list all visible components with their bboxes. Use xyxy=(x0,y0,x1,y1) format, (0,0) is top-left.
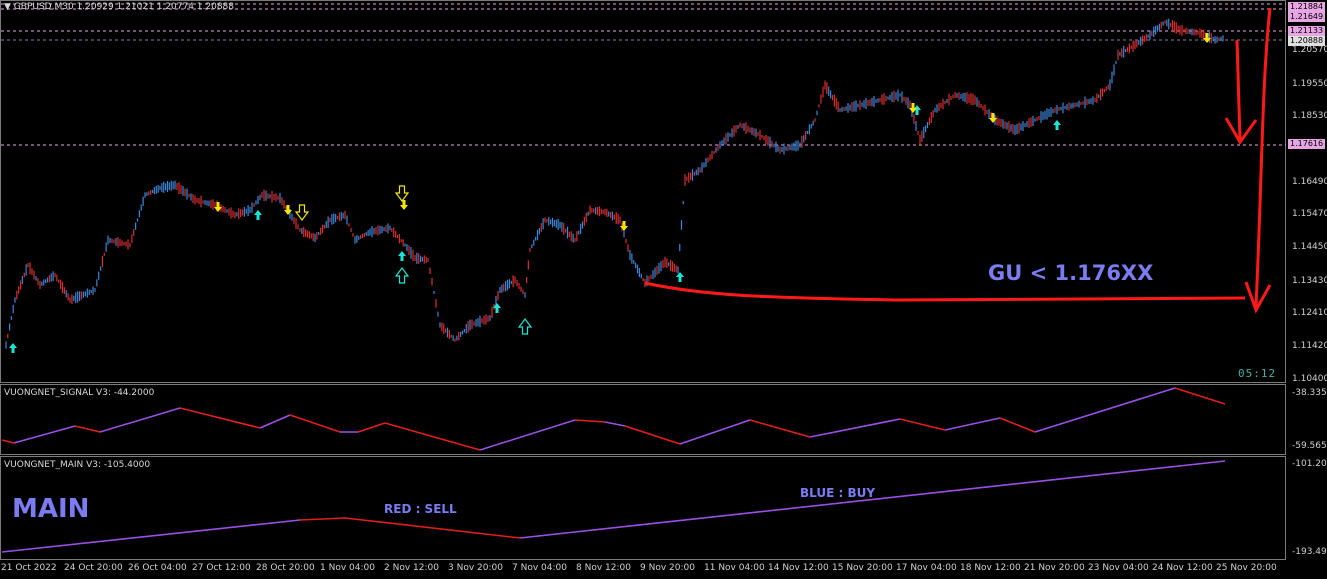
time-axis-label: 27 Oct 12:00 xyxy=(192,563,251,573)
chart-menu-icon[interactable]: ▼ xyxy=(4,2,11,12)
time-axis-label: 24 Nov 12:00 xyxy=(1152,563,1213,573)
signal-line-segment xyxy=(604,421,626,427)
signal-indicator-title: VUONGNET_SIGNAL V3: -44.2000 xyxy=(4,388,155,398)
time-axis-label: 23 Nov 04:00 xyxy=(1088,563,1149,573)
time-axis-label: 2 Nov 12:00 xyxy=(384,563,439,573)
chart-title: ▼ GBPUSD,M30 1.20929 1.21021 1.20774 1.2… xyxy=(4,2,234,12)
price-axis-label: 1.16490 xyxy=(1292,177,1327,187)
time-axis-label: 9 Nov 20:00 xyxy=(640,563,695,573)
candle-timer: 05:12 xyxy=(1238,367,1277,380)
hollow-buy-arrow-icon xyxy=(517,318,533,335)
support-line-drawing xyxy=(644,281,1246,302)
time-axis-label: 3 Nov 20:00 xyxy=(448,563,503,573)
time-axis-label: 21 Nov 20:00 xyxy=(1024,563,1085,573)
main-axis-label: -101.205 xyxy=(1292,459,1327,469)
sell-arrow-icon xyxy=(989,113,997,123)
signal-line-segment xyxy=(679,419,751,445)
hollow-sell-arrow-icon xyxy=(294,204,310,221)
price-axis-label: 1.19550 xyxy=(1292,79,1327,89)
signal-line-segment xyxy=(259,414,291,429)
signal-line-segment xyxy=(624,425,681,445)
sell-label: RED : SELL xyxy=(384,502,457,516)
time-axis-label: 17 Nov 04:00 xyxy=(896,563,957,573)
price-axis-label: 1.12410 xyxy=(1292,308,1327,318)
symbol-quote: GBPUSD,M30 1.20929 1.21021 1.20774 1.208… xyxy=(13,2,234,12)
price-level-tag: 1.17616 xyxy=(1288,139,1326,149)
signal-line-segment xyxy=(289,414,341,433)
main-line-segment xyxy=(1,519,301,553)
hollow-sell-arrow-icon xyxy=(394,185,410,202)
signal-line-segment xyxy=(1034,387,1176,433)
signal-line-segment xyxy=(384,422,481,451)
sell-arrow-icon xyxy=(620,221,628,231)
time-axis-label: 24 Oct 20:00 xyxy=(64,563,123,573)
signal-line-segment xyxy=(999,417,1036,433)
price-axis-label: 1.15470 xyxy=(1292,209,1327,219)
price-axis-label: 1.18530 xyxy=(1292,111,1327,121)
chart-canvas xyxy=(1,3,1286,553)
price-axis-label: 1.14450 xyxy=(1292,242,1327,252)
price-axis-label: 1.13430 xyxy=(1292,276,1327,286)
price-axis-label: 1.10400 xyxy=(1292,374,1327,384)
signal-axis-label: -59.565 xyxy=(1292,441,1327,451)
buy-label: BLUE : BUY xyxy=(800,486,876,500)
target-annotation: GU < 1.176XX xyxy=(988,261,1154,285)
signal-line-segment xyxy=(944,417,1001,431)
buy-arrow-icon xyxy=(676,272,684,282)
hollow-buy-arrow-icon xyxy=(394,267,410,284)
signal-line-segment xyxy=(1174,387,1226,405)
signal-line-segment xyxy=(574,419,606,423)
bid-price-tag: 1.20888 xyxy=(1288,36,1326,46)
price-axis-label: 1.20570 xyxy=(1292,45,1327,55)
down-arrow-drawing xyxy=(1235,39,1242,141)
time-axis-label: 1 Nov 04:00 xyxy=(320,563,375,573)
buy-arrow-icon xyxy=(254,210,262,220)
buy-arrow-icon xyxy=(9,343,17,353)
main-indicator-title: VUONGNET_MAIN V3: -105.4000 xyxy=(4,460,151,470)
main-axis-label: -193.495 xyxy=(1292,547,1327,557)
price-level-tag: 1.21649 xyxy=(1288,12,1326,22)
main-line-segment xyxy=(344,517,521,539)
price-axis-label: 1.11420 xyxy=(1292,341,1327,351)
price-level-tag: 1.21884 xyxy=(1288,2,1326,12)
time-axis-label: 26 Oct 04:00 xyxy=(128,563,187,573)
sell-arrow-icon xyxy=(284,205,292,215)
time-axis-label: 11 Nov 04:00 xyxy=(704,563,765,573)
time-axis-label: 14 Nov 12:00 xyxy=(768,563,829,573)
buy-arrow-icon xyxy=(1053,120,1061,130)
time-axis-label: 21 Oct 2022 xyxy=(1,563,57,573)
time-axis-label: 28 Oct 20:00 xyxy=(256,563,315,573)
signal-line-segment xyxy=(749,419,811,438)
time-axis-label: 8 Nov 12:00 xyxy=(576,563,631,573)
main-label: MAIN xyxy=(12,494,90,524)
time-axis-label: 25 Nov 20:00 xyxy=(1216,563,1277,573)
time-axis-label: 7 Nov 04:00 xyxy=(512,563,567,573)
signal-line-segment xyxy=(1,439,15,444)
signal-line-segment xyxy=(899,418,946,431)
down-arrow-drawing xyxy=(1254,7,1272,307)
main-line-segment xyxy=(299,517,346,521)
signal-line-segment xyxy=(74,425,101,433)
signal-line-segment xyxy=(809,418,901,438)
signal-line-segment xyxy=(479,419,576,451)
price-level-tag: 1.21133 xyxy=(1288,26,1326,36)
signal-line-segment xyxy=(179,407,261,429)
buy-arrow-icon xyxy=(398,251,406,261)
signal-line-segment xyxy=(13,425,76,444)
time-axis-label: 15 Nov 20:00 xyxy=(832,563,893,573)
signal-axis-label: -38.335 xyxy=(1292,388,1327,398)
time-axis-label: 18 Nov 12:00 xyxy=(960,563,1021,573)
signal-line-segment xyxy=(357,422,386,433)
signal-line-segment xyxy=(99,407,181,433)
sell-arrow-icon xyxy=(400,200,408,210)
